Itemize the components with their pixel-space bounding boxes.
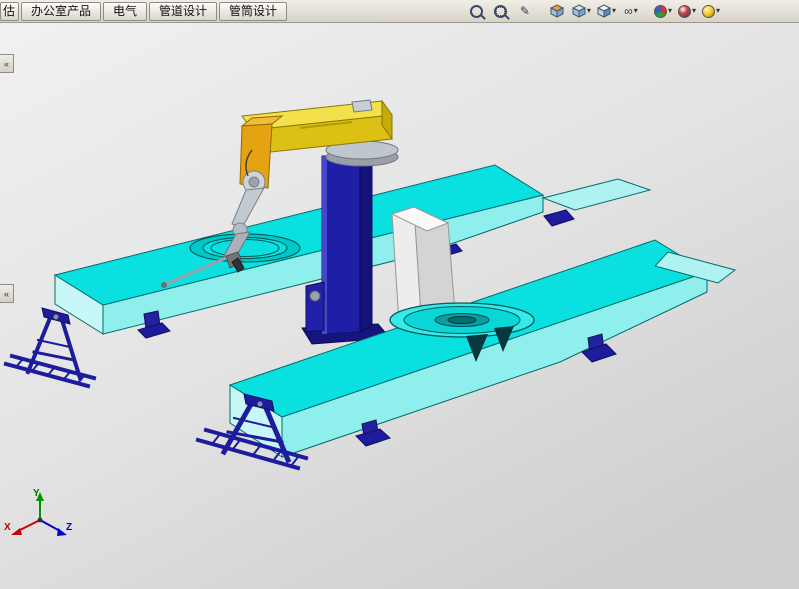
magnifier-area-icon [494, 5, 507, 18]
shaded-cube-icon [597, 4, 611, 18]
edit-appearance-icon[interactable]: ▾ [653, 2, 673, 20]
chevron-down-icon: ▾ [587, 7, 591, 15]
tab-office-products[interactable]: 办公室产品 [21, 2, 101, 21]
scene-ball-icon [678, 5, 691, 18]
triad-x-label: X [4, 522, 11, 533]
hide-show-items-icon[interactable]: ∞ ▾ [621, 2, 641, 20]
chevron-down-icon: ▾ [692, 7, 696, 15]
command-tabs-bar: 估 办公室产品 电气 管道设计 管筒设计 ✎ [0, 0, 799, 23]
cube-icon [572, 4, 586, 18]
magnifier-icon [470, 5, 483, 18]
chevron-down-icon: ▾ [716, 7, 720, 15]
chevron-down-icon: ▾ [612, 7, 616, 15]
tab-electrical[interactable]: 电气 [103, 2, 147, 21]
pencil-icon: ✎ [520, 5, 530, 17]
panel-flyout-arrow-bottom[interactable]: « [0, 284, 14, 303]
triad-z-label: Z [66, 522, 72, 533]
3d-viewport[interactable]: Y X Z [0, 0, 799, 589]
yellow-ball-icon [702, 5, 715, 18]
chevron-down-icon: ▾ [668, 7, 672, 15]
zoom-fit-icon[interactable] [467, 2, 487, 20]
chevron-down-icon: ▾ [634, 7, 638, 15]
zoom-area-icon[interactable] [491, 2, 511, 20]
previous-view-icon[interactable]: ✎ [515, 2, 535, 20]
view-orientation-icon[interactable]: ▾ [571, 2, 592, 20]
display-style-icon[interactable]: ▾ [596, 2, 617, 20]
view-toolbar: ✎ ▾ [467, 2, 721, 20]
apply-scene-icon[interactable]: ▾ [677, 2, 697, 20]
triad-y-label: Y [33, 488, 40, 499]
section-view-icon[interactable] [547, 2, 567, 20]
double-chevron-left-icon: « [4, 289, 9, 299]
tab-piping-design[interactable]: 管道设计 [149, 2, 217, 21]
view-settings-icon[interactable]: ▾ [701, 2, 721, 20]
color-ball-icon [654, 5, 667, 18]
tab-tubing-design[interactable]: 管筒设计 [219, 2, 287, 21]
double-chevron-left-icon: « [4, 59, 9, 69]
glasses-icon: ∞ [624, 5, 633, 17]
cut-cube-icon [550, 4, 564, 18]
solidworks-window: Y X Z 估 办公室产品 电气 管道设计 管筒设计 ✎ [0, 0, 799, 589]
panel-flyout-arrow-top[interactable]: « [0, 54, 14, 73]
tab-partial[interactable]: 估 [0, 2, 19, 21]
